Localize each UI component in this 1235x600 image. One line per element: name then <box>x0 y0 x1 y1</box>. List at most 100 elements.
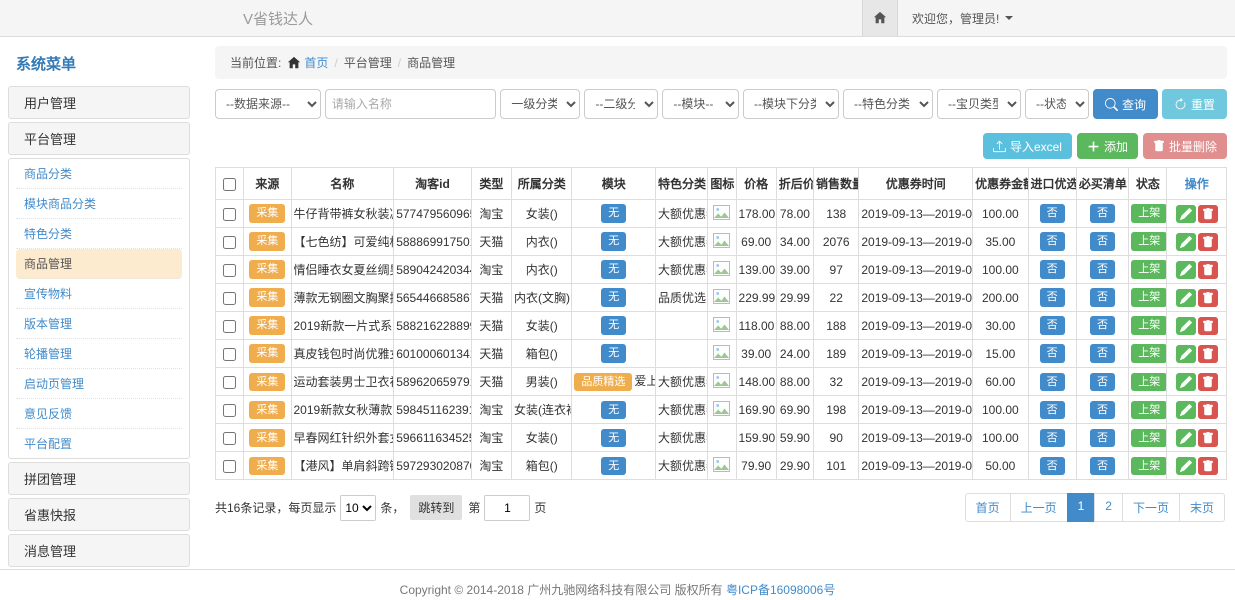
pager-last[interactable]: 末页 <box>1179 493 1225 522</box>
row-checkbox[interactable] <box>223 208 236 221</box>
sidebar-subitem-feedback[interactable]: 意见反馈 <box>16 399 182 429</box>
row-checkbox[interactable] <box>223 432 236 445</box>
status-toggle[interactable]: 上架 <box>1131 401 1167 419</box>
pager-prev[interactable]: 上一页 <box>1010 493 1068 522</box>
jump-page-input[interactable] <box>484 495 530 521</box>
delete-button[interactable] <box>1198 373 1218 391</box>
must-buy-toggle[interactable]: 否 <box>1090 288 1115 306</box>
must-buy-toggle[interactable]: 否 <box>1090 316 1115 334</box>
row-checkbox[interactable] <box>223 404 236 417</box>
must-buy-toggle[interactable]: 否 <box>1090 232 1115 250</box>
edit-button[interactable] <box>1176 429 1196 447</box>
delete-button[interactable] <box>1198 289 1218 307</box>
status-toggle[interactable]: 上架 <box>1131 344 1167 362</box>
home-button[interactable] <box>862 0 898 36</box>
edit-button[interactable] <box>1176 317 1196 335</box>
sidebar-subitem-platform-config[interactable]: 平台配置 <box>16 429 182 458</box>
import-pick-toggle[interactable]: 否 <box>1040 429 1065 447</box>
edit-button[interactable] <box>1176 233 1196 251</box>
status-toggle[interactable]: 上架 <box>1131 373 1167 391</box>
status-toggle[interactable]: 上架 <box>1131 260 1167 278</box>
data-source-filter[interactable]: --数据来源-- <box>215 89 321 119</box>
module-filter[interactable]: --模块-- <box>662 89 739 119</box>
delete-button[interactable] <box>1198 205 1218 223</box>
must-buy-toggle[interactable]: 否 <box>1090 260 1115 278</box>
edit-button[interactable] <box>1176 401 1196 419</box>
pager-page-2[interactable]: 2 <box>1094 493 1123 522</box>
delete-button[interactable] <box>1198 317 1218 335</box>
delete-button[interactable] <box>1198 233 1218 251</box>
import-pick-toggle[interactable]: 否 <box>1040 344 1065 362</box>
edit-button[interactable] <box>1176 373 1196 391</box>
import-pick-toggle[interactable]: 否 <box>1040 401 1065 419</box>
item-type-filter[interactable]: --宝贝类型-- <box>937 89 1021 119</box>
must-buy-toggle[interactable]: 否 <box>1090 204 1115 222</box>
import-pick-toggle[interactable]: 否 <box>1040 316 1065 334</box>
must-buy-toggle[interactable]: 否 <box>1090 344 1115 362</box>
delete-button[interactable] <box>1198 457 1218 475</box>
batch-delete-button[interactable]: 批量删除 <box>1143 133 1227 159</box>
row-checkbox[interactable] <box>223 264 236 277</box>
edit-button[interactable] <box>1176 457 1196 475</box>
sidebar-item-platform[interactable]: 平台管理 <box>8 122 190 155</box>
status-toggle[interactable]: 上架 <box>1131 204 1167 222</box>
sidebar-subitem-module-goods-category[interactable]: 模块商品分类 <box>16 189 182 219</box>
reset-button[interactable]: 重置 <box>1162 89 1227 119</box>
special-category-filter[interactable]: --特色分类-- <box>843 89 933 119</box>
row-checkbox[interactable] <box>223 320 236 333</box>
status-toggle[interactable]: 上架 <box>1131 429 1167 447</box>
sidebar-subitem-promo-materials[interactable]: 宣传物料 <box>16 279 182 309</box>
status-toggle[interactable]: 上架 <box>1131 288 1167 306</box>
sidebar-subitem-goods-category[interactable]: 商品分类 <box>16 159 182 189</box>
sidebar-subitem-special-category[interactable]: 特色分类 <box>16 219 182 249</box>
sidebar-subitem-goods-manage[interactable]: 商品管理 <box>16 249 182 279</box>
status-toggle[interactable]: 上架 <box>1131 232 1167 250</box>
row-checkbox[interactable] <box>223 460 236 473</box>
row-checkbox[interactable] <box>223 348 236 361</box>
jump-button[interactable]: 跳转到 <box>410 495 462 520</box>
sidebar-subitem-splash-manage[interactable]: 启动页管理 <box>16 369 182 399</box>
status-toggle[interactable]: 上架 <box>1131 457 1167 475</box>
edit-button[interactable] <box>1176 205 1196 223</box>
sidebar-subitem-carousel-manage[interactable]: 轮播管理 <box>16 339 182 369</box>
breadcrumb-home-link[interactable]: 首页 <box>287 54 328 71</box>
import-pick-toggle[interactable]: 否 <box>1040 232 1065 250</box>
edit-button[interactable] <box>1176 289 1196 307</box>
sidebar-subitem-version-manage[interactable]: 版本管理 <box>16 309 182 339</box>
select-all-checkbox[interactable] <box>223 178 236 191</box>
status-toggle[interactable]: 上架 <box>1131 316 1167 334</box>
add-button[interactable]: 添加 <box>1077 133 1138 159</box>
import-pick-toggle[interactable]: 否 <box>1040 373 1065 391</box>
sidebar-item-message-manage[interactable]: 消息管理 <box>8 534 190 567</box>
icp-link[interactable]: 粤ICP备16098006号 <box>726 583 835 597</box>
pager-first[interactable]: 首页 <box>965 493 1011 522</box>
sidebar-item-group-buy[interactable]: 拼团管理 <box>8 462 190 495</box>
row-checkbox[interactable] <box>223 236 236 249</box>
edit-button[interactable] <box>1176 345 1196 363</box>
query-button[interactable]: 查询 <box>1093 89 1158 119</box>
page-size-select[interactable]: 10 <box>340 495 376 521</box>
status-filter[interactable]: --状态-- <box>1025 89 1089 119</box>
name-search-input[interactable] <box>325 89 496 119</box>
edit-button[interactable] <box>1176 261 1196 279</box>
sidebar-item-users[interactable]: 用户管理 <box>8 86 190 119</box>
sidebar-item-province-express[interactable]: 省惠快报 <box>8 498 190 531</box>
import-pick-toggle[interactable]: 否 <box>1040 204 1065 222</box>
import-pick-toggle[interactable]: 否 <box>1040 457 1065 475</box>
delete-button[interactable] <box>1198 261 1218 279</box>
delete-button[interactable] <box>1198 429 1218 447</box>
row-checkbox[interactable] <box>223 292 236 305</box>
must-buy-toggle[interactable]: 否 <box>1090 401 1115 419</box>
pager-page-1[interactable]: 1 <box>1067 493 1096 522</box>
delete-button[interactable] <box>1198 345 1218 363</box>
user-menu[interactable]: 欢迎您，管理员! <box>898 10 1027 27</box>
level1-category-filter[interactable]: 一级分类 <box>500 89 580 119</box>
import-excel-button[interactable]: 导入excel <box>983 133 1072 159</box>
pager-next[interactable]: 下一页 <box>1122 493 1180 522</box>
level2-category-filter[interactable]: --二级分类-- <box>584 89 658 119</box>
must-buy-toggle[interactable]: 否 <box>1090 373 1115 391</box>
must-buy-toggle[interactable]: 否 <box>1090 457 1115 475</box>
import-pick-toggle[interactable]: 否 <box>1040 260 1065 278</box>
import-pick-toggle[interactable]: 否 <box>1040 288 1065 306</box>
delete-button[interactable] <box>1198 401 1218 419</box>
